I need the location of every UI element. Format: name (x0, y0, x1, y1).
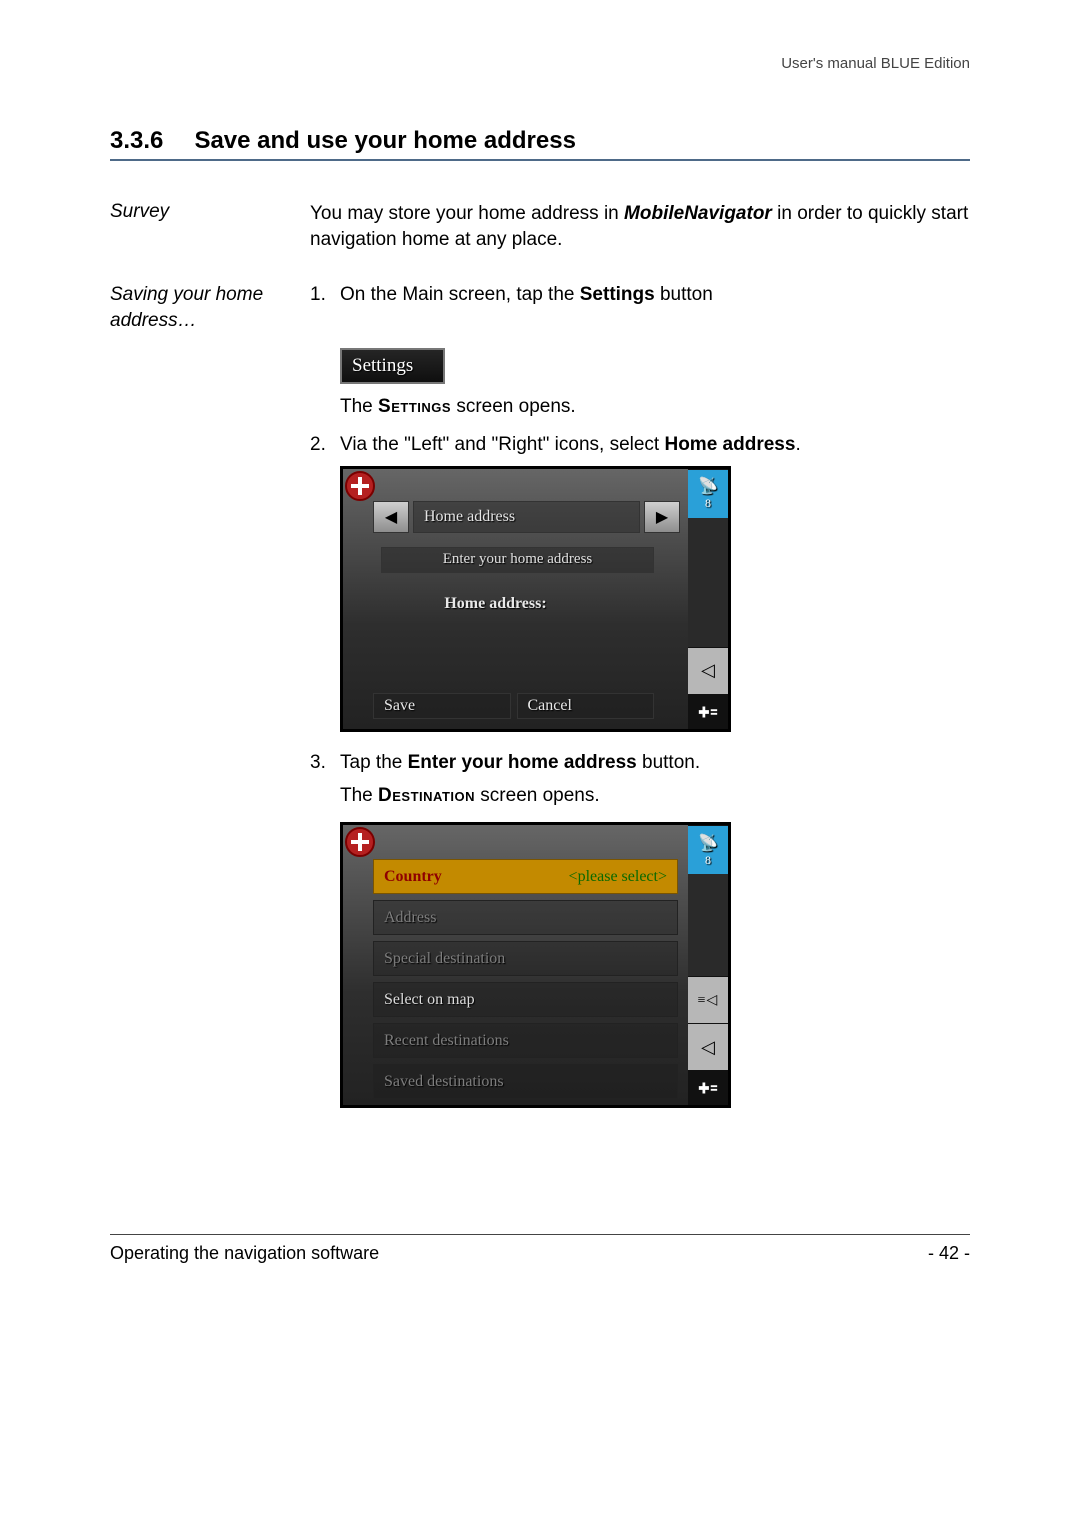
list-button[interactable]: ≡◁ (688, 976, 728, 1023)
section-title: Save and use your home address (194, 127, 575, 154)
address-label: Address (384, 909, 436, 927)
row-saved-destinations[interactable]: Saved destinations (373, 1064, 678, 1099)
compass-icon (345, 827, 375, 857)
section-heading: 3.3.6 Save and use your home address (110, 127, 970, 161)
screenshot-destination: Country <please select> Address Special … (340, 822, 731, 1108)
page-footer: Operating the navigation software - 42 - (110, 1234, 970, 1264)
row-select-on-map[interactable]: Select on map (373, 982, 678, 1017)
survey-label: Survey (110, 201, 310, 252)
settings-opens-pre: The (340, 396, 378, 417)
app-name: MobileNavigator (624, 203, 772, 224)
dest-opens-post: screen opens. (475, 785, 600, 806)
saved-label: Saved destinations (384, 1073, 504, 1091)
footer-left: Operating the navigation software (110, 1243, 379, 1264)
right-arrow-button[interactable]: ▶ (644, 501, 680, 533)
row-address[interactable]: Address (373, 900, 678, 935)
recent-label: Recent destinations (384, 1032, 509, 1050)
step3-number: 3. (310, 750, 340, 776)
destination-opens: The Destination screen opens. (340, 783, 970, 810)
country-value: <please select> (569, 868, 667, 886)
gps-sat-count: 8 (705, 853, 711, 868)
special-label: Special destination (384, 950, 505, 968)
selectmap-label: Select on map (384, 991, 475, 1009)
left-arrow-button[interactable]: ◀ (373, 501, 409, 533)
dest-opens-sc: Destination (378, 785, 475, 806)
step3-text: Tap the Enter your home address button. (340, 750, 970, 776)
step3-post: button. (637, 752, 700, 773)
back-button[interactable]: ◁ (688, 647, 728, 694)
settings-opens-sc: Settings (378, 396, 451, 417)
power-plug-icon (688, 694, 728, 729)
saving-label: Saving your home address… (110, 282, 310, 333)
save-button[interactable]: Save (373, 693, 511, 719)
survey-text: You may store your home address in Mobil… (310, 201, 970, 252)
settings-opens-post: screen opens. (451, 396, 576, 417)
step1-number: 1. (310, 282, 340, 333)
enter-home-address-button[interactable]: Enter your home address (381, 547, 654, 573)
home-address-label: Home address: (343, 595, 648, 613)
footer-right: - 42 - (928, 1243, 970, 1264)
step1-post: button (655, 284, 713, 305)
settings-button[interactable]: Settings (340, 348, 445, 384)
screenshot-home-address: ◀ Home address ▶ Enter your home address… (340, 466, 731, 732)
gps-status-icon: 📡 8 (688, 469, 728, 518)
row-country[interactable]: Country <please select> (373, 859, 678, 894)
step2-bold: Home address (664, 434, 795, 455)
row-special-destination[interactable]: Special destination (373, 941, 678, 976)
gps-status-icon: 📡 8 (688, 825, 728, 874)
survey-text-pre: You may store your home address in (310, 203, 624, 224)
row-recent-destinations[interactable]: Recent destinations (373, 1023, 678, 1058)
step1-pre: On the Main screen, tap the (340, 284, 580, 305)
step2-post: . (795, 434, 800, 455)
back-button[interactable]: ◁ (688, 1023, 728, 1070)
settings-opens: The Settings screen opens. (340, 394, 970, 421)
step3-bold: Enter your home address (408, 752, 637, 773)
section-number: 3.3.6 (110, 127, 190, 155)
step3-pre: Tap the (340, 752, 408, 773)
running-header: User's manual BLUE Edition (110, 55, 970, 72)
step2-pre: Via the "Left" and "Right" icons, select (340, 434, 664, 455)
dest-opens-pre: The (340, 785, 378, 806)
step2-text: Via the "Left" and "Right" icons, select… (340, 432, 970, 458)
step2-number: 2. (310, 432, 340, 458)
step1-bold: Settings (580, 284, 655, 305)
country-key: Country (384, 868, 442, 886)
power-plug-icon (688, 1070, 728, 1105)
cancel-button[interactable]: Cancel (517, 693, 655, 719)
pager-label: Home address (413, 501, 640, 533)
step1-text: On the Main screen, tap the Settings but… (340, 282, 970, 333)
compass-icon (345, 471, 375, 501)
gps-sat-count: 8 (705, 496, 711, 511)
